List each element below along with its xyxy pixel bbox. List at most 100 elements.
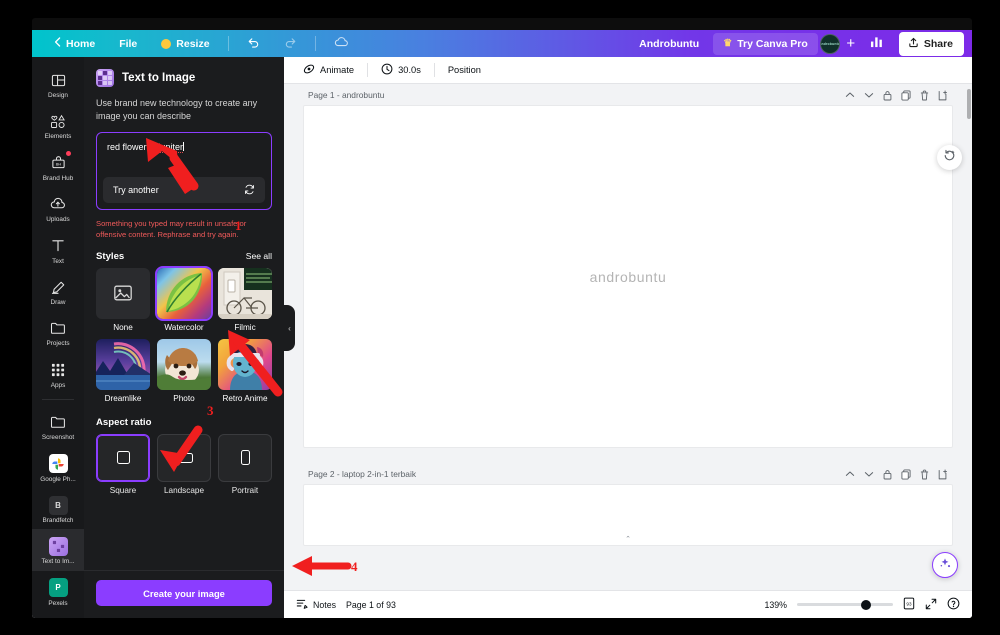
style-thumbnail [218, 339, 272, 390]
scrollbar-thumb[interactable] [967, 89, 971, 119]
see-all-styles-link[interactable]: See all [246, 251, 272, 261]
duration-button[interactable]: 30.0s [372, 59, 430, 81]
sidebar-item-brand-hub[interactable]: BH Brand Hub [32, 146, 84, 187]
resize-icon [161, 39, 171, 49]
create-your-image-button[interactable]: Create your image [96, 580, 272, 606]
sidebar-item-pexels[interactable]: P Pexels [32, 571, 84, 612]
style-option-none[interactable]: None [96, 268, 150, 332]
magic-assistant-button[interactable] [932, 552, 958, 578]
prompt-prefix: red flower in [107, 142, 159, 152]
try-another-label: Try another [113, 185, 159, 195]
resize-button[interactable]: Resize [149, 34, 221, 54]
style-option-watercolor[interactable]: Watercolor [157, 268, 211, 332]
canvas-scrollbar[interactable] [967, 85, 971, 605]
style-thumbnail [218, 268, 272, 319]
account-name[interactable]: Androbuntu [627, 34, 711, 54]
try-another-button[interactable]: Try another [103, 177, 265, 203]
projects-icon [48, 318, 68, 338]
rotate-icon [943, 149, 956, 167]
file-menu-button[interactable]: File [107, 34, 149, 54]
page-canvas-2[interactable]: ⌃ [304, 485, 952, 545]
aspect-ratio-landscape[interactable]: Landscape [157, 434, 211, 495]
aspect-ratio-section-header: Aspect ratio [84, 403, 284, 434]
move-up-icon[interactable] [845, 470, 855, 478]
sidebar-item-brandfetch[interactable]: B Brandfetch [32, 488, 84, 529]
page-actions [845, 90, 948, 101]
home-button[interactable]: Home [42, 33, 107, 54]
zoom-slider-knob[interactable] [861, 600, 871, 610]
style-option-photo[interactable]: Photo [157, 339, 211, 403]
sidebar-item-text-to-image[interactable]: Text to Im... [32, 529, 84, 570]
help-button[interactable] [947, 597, 960, 612]
aspect-ratio-label: Square [96, 486, 150, 495]
delete-icon[interactable] [920, 90, 929, 101]
text-to-image-icon [96, 69, 114, 87]
aspect-ratio-portrait[interactable]: Portrait [218, 434, 272, 495]
sidebar-item-design[interactable]: Design [32, 63, 84, 104]
insights-button[interactable] [862, 32, 891, 55]
lock-icon[interactable] [883, 90, 892, 101]
style-option-dreamlike[interactable]: Dreamlike [96, 339, 150, 403]
duplicate-icon[interactable] [901, 90, 911, 101]
add-page-icon[interactable] [938, 469, 948, 480]
fullscreen-button[interactable] [925, 598, 937, 612]
sidebar-item-screenshot[interactable]: Screenshot [32, 405, 84, 446]
sidebar-item-label: Draw [51, 300, 66, 306]
page-canvas-1[interactable]: androbuntu [304, 106, 952, 447]
style-label: Dreamlike [96, 394, 150, 403]
sidebar-item-draw[interactable]: Draw [32, 270, 84, 311]
apps-icon [48, 360, 68, 380]
style-option-filmic[interactable]: Filmic [218, 268, 272, 332]
panel-title: Text to Image [122, 72, 195, 84]
cloud-save-button[interactable] [322, 32, 361, 55]
prompt-input[interactable]: red flower in jupiter Try another [96, 132, 272, 210]
sidebar-item-uploads[interactable]: Uploads [32, 187, 84, 228]
duplicate-icon[interactable] [901, 469, 911, 480]
animate-button[interactable]: Animate [294, 59, 363, 81]
aspect-ratio-thumbnail [157, 434, 211, 482]
notes-button[interactable]: Notes [296, 598, 336, 612]
panel-collapse-handle[interactable]: ‹ [284, 305, 295, 351]
page-grid-icon: 93 [903, 597, 915, 612]
avatar[interactable]: androbuntu [820, 34, 840, 54]
page-header: Page 2 - laptop 2-in-1 terbaik [304, 463, 952, 485]
sidebar-item-apps[interactable]: Apps [32, 353, 84, 394]
square-shape-icon [117, 451, 130, 464]
delete-icon[interactable] [920, 469, 929, 480]
share-button[interactable]: Share [899, 32, 964, 56]
aspect-ratio-label: Portrait [218, 486, 272, 495]
page-counter[interactable]: Page 1 of 93 [346, 600, 396, 610]
annotation-number-4: 4 [351, 559, 358, 575]
sidebar-item-elements[interactable]: Elements [32, 104, 84, 145]
page-title: Page 2 - laptop 2-in-1 terbaik [308, 469, 416, 479]
undo-icon [247, 36, 260, 51]
page-collapse-handle[interactable]: ⌃ [598, 532, 658, 545]
sidebar-item-text[interactable]: Text [32, 229, 84, 270]
chevron-up-icon: ⌃ [625, 535, 631, 543]
status-bar-right: 139% 93 [765, 597, 961, 612]
sidebar-item-label: Text [52, 259, 64, 265]
add-page-icon[interactable] [938, 90, 948, 101]
position-button[interactable]: Position [439, 61, 490, 79]
undo-button[interactable] [235, 32, 272, 55]
draw-icon [48, 277, 68, 297]
zoom-level-label[interactable]: 139% [765, 600, 788, 610]
move-down-icon[interactable] [864, 470, 874, 478]
photo-dog-art [157, 339, 211, 390]
aspect-ratio-square[interactable]: Square [96, 434, 150, 495]
move-up-icon[interactable] [845, 91, 855, 99]
page-grid-button[interactable]: 93 [903, 597, 915, 612]
aspect-ratio-thumbnail [96, 434, 150, 482]
canvas-scroll-region[interactable]: Page 1 - androbuntu [284, 84, 972, 590]
rotate-page-button[interactable] [937, 145, 962, 170]
sidebar-item-projects[interactable]: Projects [32, 311, 84, 352]
style-option-retro-anime[interactable]: Retro Anime [218, 339, 272, 403]
move-down-icon[interactable] [864, 91, 874, 99]
add-collaborator-button[interactable]: + [842, 35, 860, 53]
lock-icon[interactable] [883, 469, 892, 480]
redo-button[interactable] [272, 32, 309, 55]
zoom-slider[interactable] [797, 603, 893, 606]
sidebar-item-google-photos[interactable]: Google Ph... [32, 447, 84, 488]
canvas-watermark: androbuntu [304, 269, 952, 285]
try-canva-pro-button[interactable]: ♛ Try Canva Pro [713, 33, 818, 55]
